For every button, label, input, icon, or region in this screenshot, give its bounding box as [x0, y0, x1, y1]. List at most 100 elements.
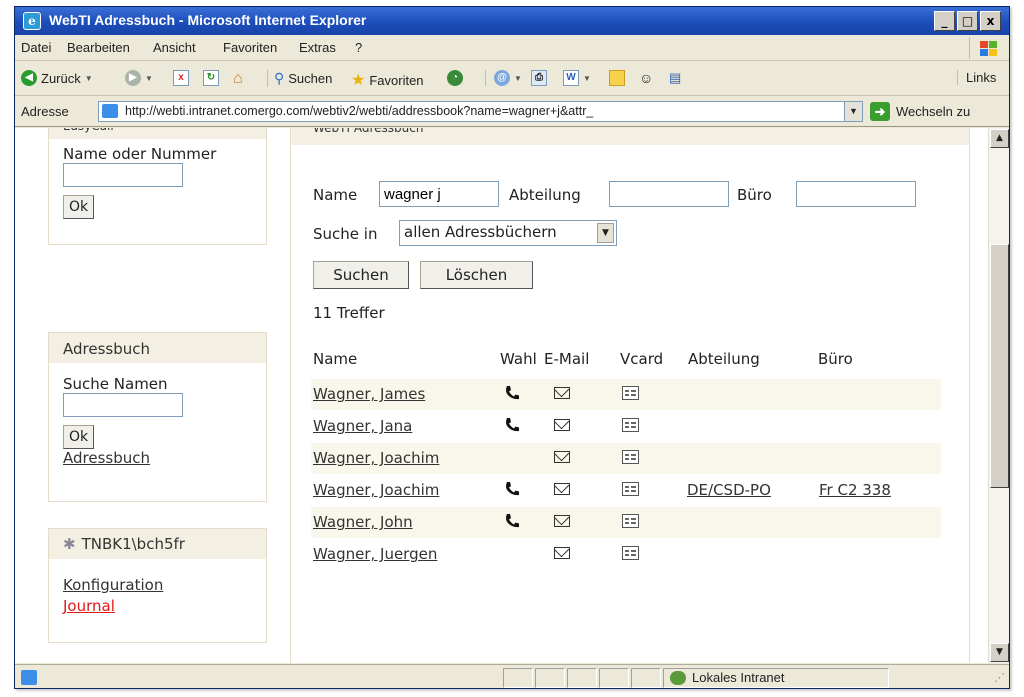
address-label: Adresse — [21, 104, 69, 119]
result-name-link[interactable]: Wagner, Juergen — [313, 545, 437, 563]
vcard-icon[interactable] — [622, 514, 639, 528]
vertical-scrollbar[interactable]: ▲ ▼ — [988, 128, 1009, 663]
back-arrow-icon: ◀ — [21, 70, 37, 86]
email-icon[interactable] — [554, 387, 570, 399]
address-input[interactable]: http://webti.intranet.comergo.com/webtiv… — [98, 101, 863, 122]
resize-grip-icon[interactable]: ⋰ — [994, 671, 1005, 684]
search-button[interactable]: ⚲ Suchen — [267, 70, 332, 87]
refresh-icon[interactable]: ↻ — [203, 70, 219, 86]
column-office: Büro — [818, 350, 853, 368]
search-submit-button[interactable]: Suchen — [313, 261, 409, 289]
user-header: ✱ TNBK1\bch5fr — [49, 529, 266, 559]
address-url: http://webti.intranet.comergo.com/webtiv… — [125, 104, 594, 118]
close-button[interactable]: x — [980, 11, 1001, 31]
menu-help[interactable]: ? — [355, 40, 362, 55]
email-icon[interactable] — [554, 515, 570, 527]
messenger-icon[interactable]: ☺ — [639, 70, 653, 86]
config-link[interactable]: Konfiguration — [63, 576, 163, 594]
name-input[interactable] — [379, 181, 499, 207]
window-title: WebTI Adressbuch - Microsoft Internet Ex… — [49, 12, 367, 28]
zone-pane: Lokales Intranet — [663, 668, 889, 688]
search-icon: ⚲ — [274, 70, 285, 86]
addressbook-link[interactable]: Adressbuch — [63, 449, 150, 467]
result-name-link[interactable]: Wagner, Joachim — [313, 449, 439, 467]
chevron-down-icon: ▼ — [597, 223, 614, 243]
forward-button[interactable]: ▶ ▼ — [125, 70, 153, 86]
links-toolbar[interactable]: Links — [966, 70, 996, 85]
minimize-button[interactable]: _ — [934, 11, 955, 31]
history-icon[interactable]: ◔ — [447, 70, 463, 86]
journal-link[interactable]: Journal — [63, 597, 115, 615]
addressbook-search-label: Suche Namen — [63, 375, 168, 393]
print-icon[interactable]: ⎙ — [531, 70, 547, 86]
research-icon[interactable]: ▤ — [669, 70, 681, 86]
windows-logo-icon — [969, 37, 1003, 59]
stop-icon[interactable]: x — [173, 70, 189, 86]
chevron-down-icon: ▼ — [514, 73, 522, 83]
table-row: Wagner, Joachim — [311, 443, 941, 474]
vcard-icon[interactable] — [622, 450, 639, 464]
edit-button[interactable]: W ▼ — [563, 70, 591, 86]
menu-ansicht[interactable]: Ansicht — [153, 40, 196, 55]
email-icon[interactable] — [554, 547, 570, 559]
result-name-link[interactable]: Wagner, Joachim — [313, 481, 439, 499]
result-name-link[interactable]: Wagner, James — [313, 385, 425, 403]
home-icon[interactable]: ⌂ — [233, 70, 243, 88]
addressbook-select[interactable]: allen Adressbüchern ▼ — [399, 220, 617, 246]
clear-button[interactable]: Löschen — [420, 261, 533, 289]
go-button[interactable]: ➜ Wechseln zu — [870, 102, 970, 121]
mail-button[interactable]: @ ▼ — [485, 70, 522, 86]
department-input[interactable] — [609, 181, 729, 207]
column-dial: Wahl — [500, 350, 537, 368]
phone-icon[interactable] — [502, 383, 522, 403]
easycall-ok-button[interactable]: Ok — [63, 195, 95, 219]
addressbook-search-input[interactable] — [63, 393, 183, 417]
menu-bar: Datei Bearbeiten Ansicht Favoriten Extra… — [15, 35, 1009, 61]
folder-icon[interactable] — [609, 70, 625, 86]
ie-icon: e — [23, 12, 41, 30]
result-name-link[interactable]: Wagner, Jana — [313, 417, 412, 435]
addressbook-ok-button[interactable]: Ok — [63, 425, 95, 449]
phone-icon[interactable] — [502, 479, 522, 499]
scroll-down-icon[interactable]: ▼ — [990, 643, 1009, 662]
phone-icon[interactable] — [502, 511, 522, 531]
department-link[interactable]: DE/CSD-PO — [687, 481, 771, 499]
column-department: Abteilung — [688, 350, 760, 368]
vcard-icon[interactable] — [622, 482, 639, 496]
chevron-down-icon: ▼ — [84, 73, 93, 83]
go-arrow-icon: ➜ — [870, 102, 890, 121]
result-count: 11 Treffer — [313, 304, 385, 322]
menu-datei[interactable]: Datei — [21, 40, 51, 55]
menu-extras[interactable]: Extras — [299, 40, 336, 55]
easycall-input[interactable] — [63, 163, 183, 187]
toolbar: ◀ Zurück ▼ ▶ ▼ x ↻ ⌂ ⚲ Suchen ★ Favorite… — [15, 62, 1009, 96]
vcard-icon[interactable] — [622, 546, 639, 560]
vcard-icon[interactable] — [622, 418, 639, 432]
menu-favoriten[interactable]: Favoriten — [223, 40, 277, 55]
address-dropdown-icon[interactable]: ▼ — [844, 102, 862, 121]
vcard-icon[interactable] — [622, 386, 639, 400]
email-icon[interactable] — [554, 483, 570, 495]
user-name: TNBK1\bch5fr — [81, 535, 185, 553]
mail-icon: @ — [494, 70, 510, 86]
column-email: E-Mail — [544, 350, 590, 368]
scroll-thumb[interactable] — [990, 244, 1009, 488]
maximize-button[interactable]: □ — [957, 11, 978, 31]
table-row: Wagner, John — [311, 507, 941, 538]
scroll-up-icon[interactable]: ▲ — [990, 129, 1009, 148]
back-button[interactable]: ◀ Zurück ▼ — [21, 70, 93, 86]
office-label: Büro — [737, 186, 772, 204]
email-icon[interactable] — [554, 419, 570, 431]
email-icon[interactable] — [554, 451, 570, 463]
result-name-link[interactable]: Wagner, John — [313, 513, 413, 531]
favorites-button[interactable]: ★ Favoriten — [351, 70, 424, 90]
office-link[interactable]: Fr C2 338 — [819, 481, 891, 499]
intranet-icon — [670, 671, 686, 685]
status-bar: Lokales Intranet ⋰ — [15, 664, 1009, 688]
easycall-title: EasyCall — [49, 128, 266, 139]
table-row: Wagner, Jana — [311, 411, 941, 442]
phone-icon[interactable] — [502, 415, 522, 435]
office-input[interactable] — [796, 181, 916, 207]
addressbook-panel: WebTI Adressbuch Name Abteilung Büro Suc… — [290, 128, 970, 663]
menu-bearbeiten[interactable]: Bearbeiten — [67, 40, 130, 55]
